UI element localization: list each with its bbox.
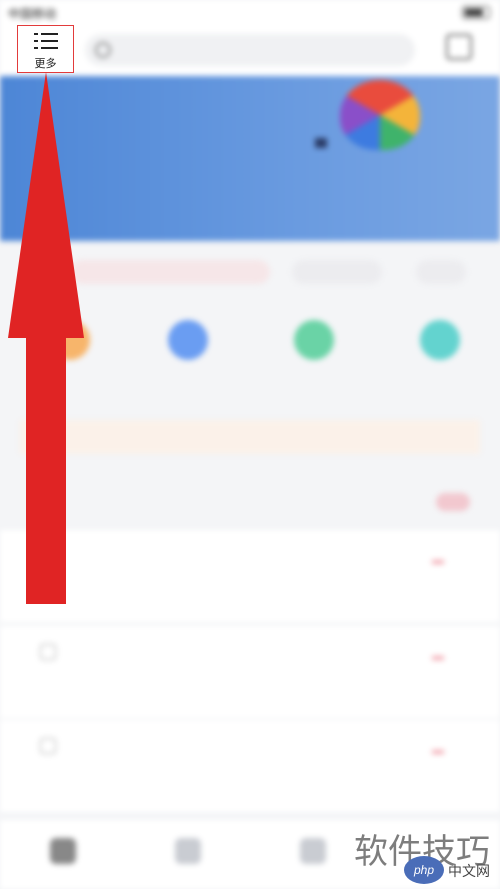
php-logo-icon: php: [404, 856, 444, 884]
watermark-site: 中文网: [448, 863, 490, 879]
annotation-arrow-icon: [8, 72, 84, 604]
